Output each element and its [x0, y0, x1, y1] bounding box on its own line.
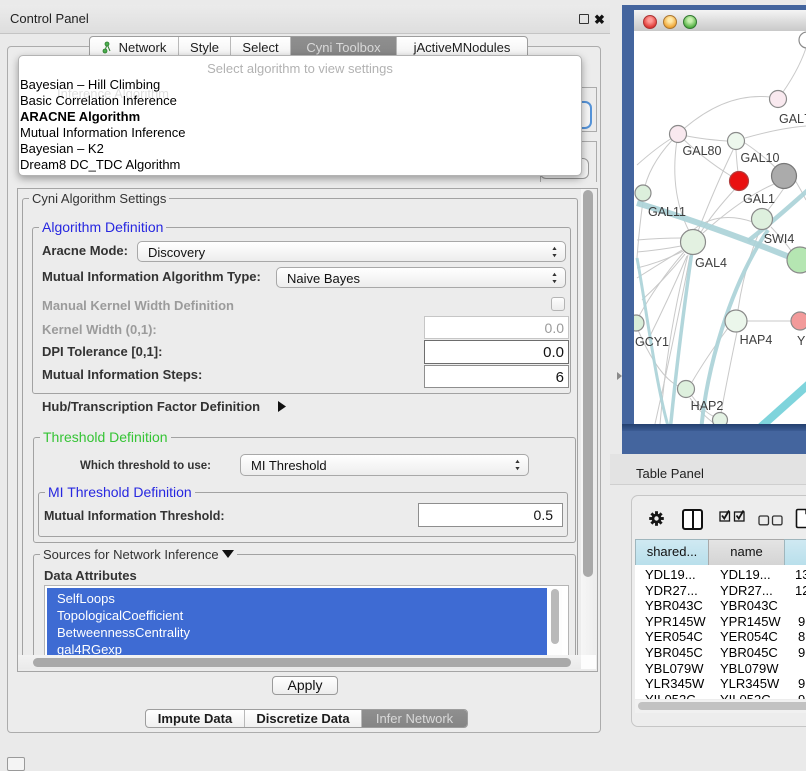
svg-text:HAP4: HAP4	[740, 333, 773, 347]
svg-text:GAL80: GAL80	[683, 144, 722, 158]
svg-text:GAL7: GAL7	[779, 112, 806, 126]
svg-text:GCY1: GCY1	[635, 335, 669, 349]
svg-text:Y: Y	[797, 334, 806, 348]
svg-text:HAP2: HAP2	[691, 399, 724, 413]
svg-text:GAL10: GAL10	[741, 151, 780, 165]
svg-text:GAL1: GAL1	[743, 192, 775, 206]
svg-text:GAL11: GAL11	[648, 205, 686, 219]
svg-text:GAL4: GAL4	[695, 256, 727, 270]
svg-text:SWI4: SWI4	[764, 232, 795, 246]
